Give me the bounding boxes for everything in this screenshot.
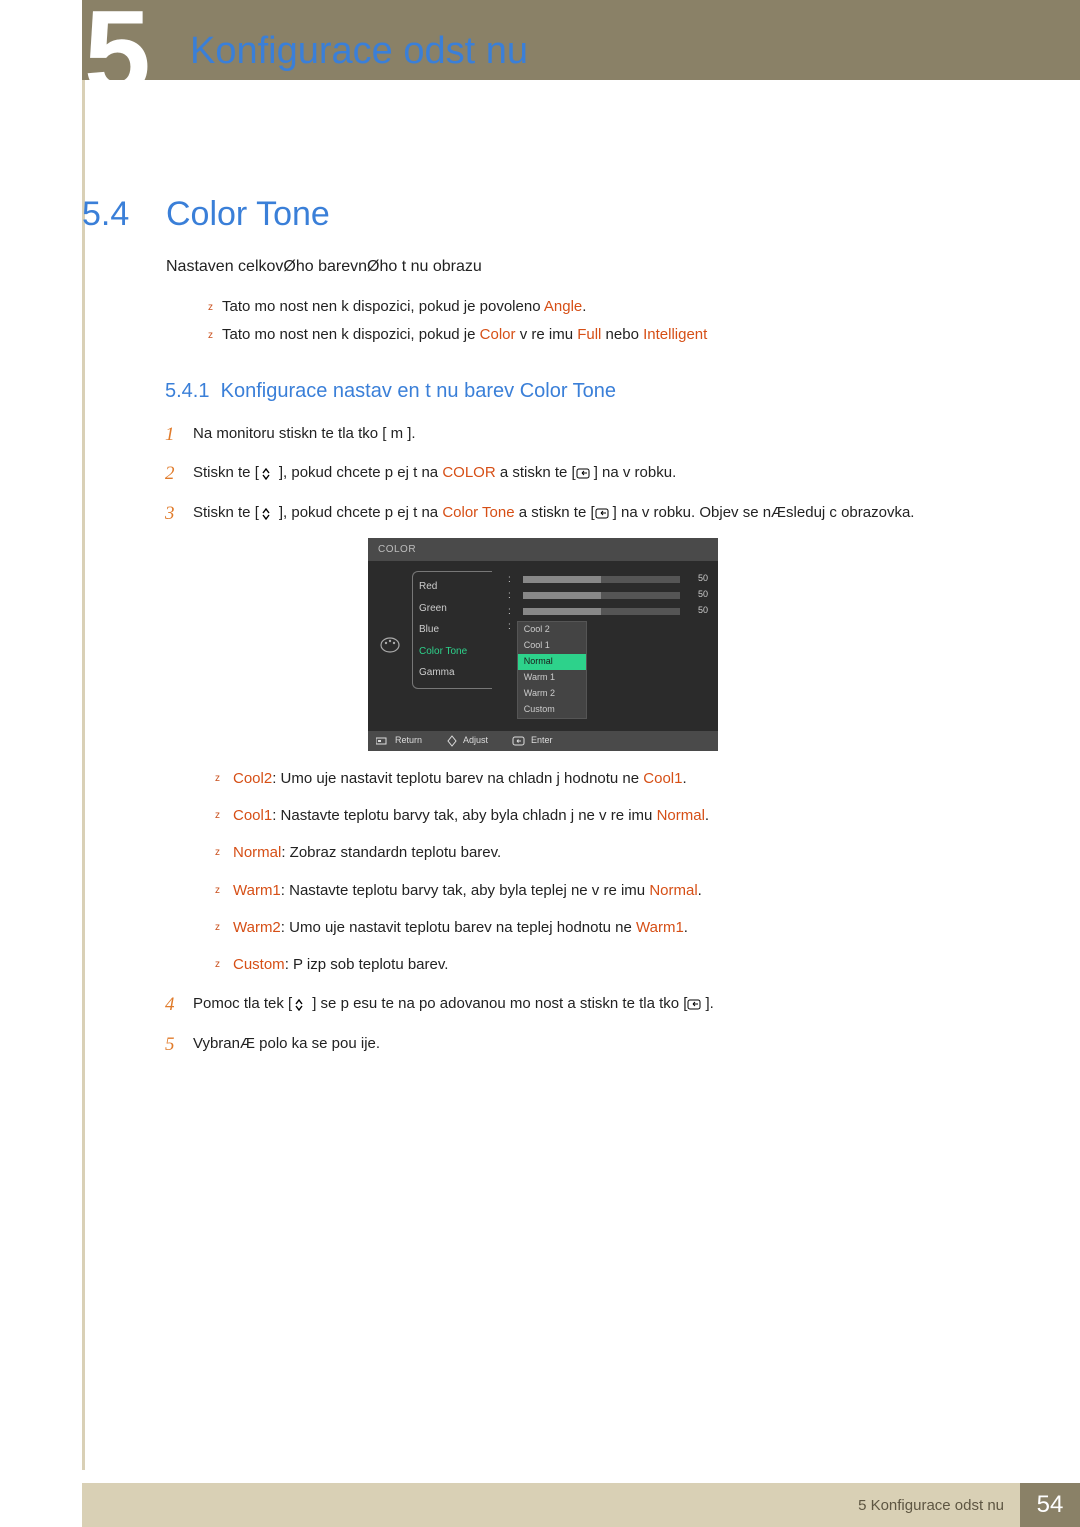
step-2-post: ] na v robku. [594,464,677,481]
bullet-icon: z [215,808,220,824]
note-2-hl2: Full [577,326,601,343]
osd-menu-gamma[interactable]: Gamma [419,662,492,684]
osd-menu-red[interactable]: Red [419,576,492,598]
step-3: 3 Stiskn te [ ], pokud chcete p ej t na C… [165,501,965,977]
note-1-highlight: Angle [544,298,582,315]
osd-body: Red Green Blue Color Tone Gamma :50 :50 … [368,561,718,731]
step-4: 4 Pomoc tla tek [] se p esu te na po ado… [165,992,965,1015]
steps-list: 1 Na monitoru stiskn te tla tko [ m ]. 2… [165,422,965,1071]
updown-icon [259,504,279,521]
tone-warm2: zWarm2: Umo uje nastavit teplotu barev n… [213,916,965,939]
enter-icon [512,736,526,746]
tone-custom: zCustom: P izp sob teplotu barev. [213,953,965,976]
osd-opt-custom[interactable]: Custom [518,702,586,718]
section-number: 5.4 [82,195,129,234]
step-5-text: VybranÆ polo ka se pou ije. [193,1035,380,1052]
step-3-hl: Color Tone [442,504,514,521]
step-4-pre: Pomoc tla tek [ [193,995,292,1012]
note-2-mid1: v re imu [520,326,578,343]
step-number: 5 [165,1030,175,1059]
bullet-icon: z [215,957,220,973]
osd-opt-cool1[interactable]: Cool 1 [518,638,586,654]
chapter-number: 5 [84,0,151,122]
step-3-mid1: ], pokud chcete p ej t na [279,504,442,521]
note-1: z Tato mo nost nen k dispozici, pokud je… [222,298,586,315]
note-2: z Tato mo nost nen k dispozici, pokud je… [222,326,707,343]
return-icon [376,736,390,746]
osd-slider-blue[interactable]: :50 [502,603,708,619]
step-2: 2 Stiskn te [], pokud chcete p ej t na C… [165,461,965,484]
enter-icon [595,504,613,521]
osd-slider-red[interactable]: :50 [502,571,708,587]
bullet-icon: z [208,330,213,341]
osd-values: :50 :50 :50 : Cool 2 Cool 1 Normal Warm … [502,571,708,719]
osd-opt-warm2[interactable]: Warm 2 [518,686,586,702]
adjust-icon [446,735,458,747]
step-1: 1 Na monitoru stiskn te tla tko [ m ]. [165,422,965,445]
osd-opt-cool2[interactable]: Cool 2 [518,622,586,638]
tone-warm1: zWarm1: Nastavte teplotu barvy tak, aby … [213,879,965,902]
step-2-pre: Stiskn te [ [193,464,259,481]
osd-panel: COLOR Red Green Blue Color Tone Gamma :5… [368,538,718,751]
osd-menu: Red Green Blue Color Tone Gamma [412,571,492,719]
osd-enter[interactable]: Enter [512,734,553,748]
page-number: 54 [1020,1483,1080,1527]
bullet-icon: z [215,883,220,899]
footer-label: 5 Konfigurace odst nu [858,1497,1004,1514]
step-number: 2 [165,459,175,488]
note-2-hl1: Color [480,326,516,343]
osd-palette-icon [378,571,402,719]
note-2-mid2: nebo [606,326,644,343]
osd-slider-green[interactable]: :50 [502,587,708,603]
updown-icon [292,995,312,1012]
osd-menu-blue[interactable]: Blue [419,619,492,641]
step-1-text: Na monitoru stiskn te tla tko [ m ]. [193,425,416,442]
osd-opt-normal[interactable]: Normal [518,654,586,670]
osd-dropdown-colortone[interactable]: Cool 2 Cool 1 Normal Warm 1 Warm 2 Custo… [517,621,587,719]
step-4-mid: ] se p esu te na po adovanou mo nost a s… [312,995,687,1012]
osd-menu-green[interactable]: Green [419,598,492,620]
tone-cool2: zCool2: Umo uje nastavit teplotu barev n… [213,767,965,790]
note-1-text: Tato mo nost nen k dispozici, pokud je p… [222,298,544,315]
bullet-icon: z [215,845,220,861]
step-number: 4 [165,990,175,1019]
step-5: 5 VybranÆ polo ka se pou ije. [165,1032,965,1055]
chapter-title: Konfigurace odst nu [190,30,528,73]
step-number: 3 [165,499,175,528]
step-number: 1 [165,420,175,449]
osd-opt-warm1[interactable]: Warm 1 [518,670,586,686]
step-3-post: ] na v robku. Objev se nÆsleduj c obrazo… [613,504,915,521]
step-2-mid1: ], pokud chcete p ej t na [279,464,442,481]
subsection-number: 5.4.1 [165,380,209,402]
section-title: Color Tone [166,195,330,234]
step-2-hl: COLOR [442,464,495,481]
tone-normal: zNormal: Zobraz standardn teplotu barev. [213,841,965,864]
enter-icon [687,995,705,1012]
section-intro: Nastaven celkovØho barevnØho t nu obrazu [166,258,482,276]
bullet-icon: z [208,302,213,313]
tone-cool1: zCool1: Nastavte teplotu barvy tak, aby … [213,804,965,827]
step-2-mid2: a stiskn te [ [496,464,576,481]
bullet-icon: z [215,771,220,787]
updown-icon [259,464,279,481]
note-2-hl3: Intelligent [643,326,707,343]
osd-footer: Return Adjust Enter [368,731,718,751]
page-footer: 5 Konfigurace odst nu 54 [82,1483,1080,1527]
step-3-pre: Stiskn te [ [193,504,259,521]
note-2-pre: Tato mo nost nen k dispozici, pokud je [222,326,480,343]
subsection-title: Konfigurace nastav en t nu barev Color T… [221,380,616,402]
bullet-icon: z [215,920,220,936]
subsection-heading: 5.4.1 Konfigurace nastav en t nu barev C… [165,380,616,403]
osd-menu-colortone[interactable]: Color Tone [419,641,492,663]
left-rail [82,80,85,1470]
tone-descriptions: zCool2: Umo uje nastavit teplotu barev n… [213,767,965,977]
osd-return[interactable]: Return [376,734,422,748]
osd-header: COLOR [368,538,718,562]
step-4-post: ]. [705,995,713,1012]
osd-adjust[interactable]: Adjust [446,734,488,748]
step-3-mid2: a stiskn te [ [515,504,595,521]
enter-icon [576,464,594,481]
